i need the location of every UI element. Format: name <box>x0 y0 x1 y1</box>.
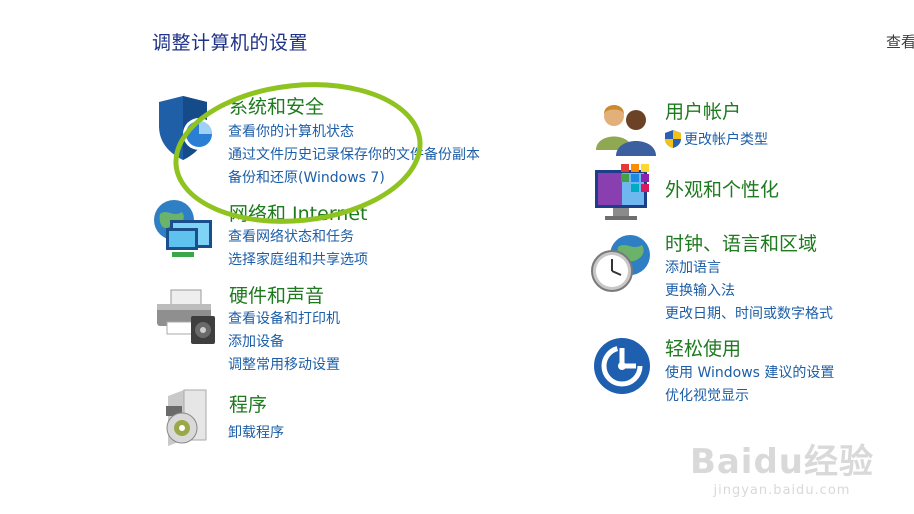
category-title-network[interactable]: 网络和 Internet <box>229 199 367 226</box>
link-optimize-visual-display[interactable]: 优化视觉显示 <box>665 385 749 405</box>
page-title: 调整计算机的设置 <box>152 32 309 54</box>
uac-shield-icon <box>665 130 681 148</box>
category-title-appearance[interactable]: 外观和个性化 <box>665 175 779 202</box>
category-title-security[interactable]: 系统和安全 <box>229 92 324 119</box>
ease-of-access-icon[interactable] <box>592 336 656 400</box>
watermark-url: jingyan.baidu.com <box>713 483 851 498</box>
link-homegroup-sharing[interactable]: 选择家庭组和共享选项 <box>228 249 368 269</box>
view-by-label[interactable]: 查看 <box>886 31 914 52</box>
category-title-accounts[interactable]: 用户帐户 <box>665 97 741 124</box>
link-uninstall-program[interactable]: 卸载程序 <box>228 422 284 442</box>
watermark-logo: Baidu经验 <box>689 442 874 482</box>
link-change-account-type[interactable]: 更改帐户类型 <box>665 129 768 149</box>
link-change-account-type-label: 更改帐户类型 <box>684 132 768 148</box>
link-add-device[interactable]: 添加设备 <box>228 331 284 351</box>
network-globe-icon[interactable] <box>152 198 216 262</box>
link-mobility-settings[interactable]: 调整常用移动设置 <box>228 354 340 374</box>
category-title-programs[interactable]: 程序 <box>229 390 267 417</box>
link-change-input-method[interactable]: 更换输入法 <box>665 280 735 300</box>
security-shield-icon[interactable] <box>155 96 219 160</box>
link-recommended-settings[interactable]: 使用 Windows 建议的设置 <box>665 362 834 382</box>
monitor-palette-icon[interactable] <box>593 162 657 226</box>
link-backup-restore[interactable]: 备份和还原(Windows 7) <box>228 167 385 187</box>
link-devices-printers[interactable]: 查看设备和打印机 <box>228 308 340 328</box>
link-network-status-tasks[interactable]: 查看网络状态和任务 <box>228 226 354 246</box>
link-file-history-backup[interactable]: 通过文件历史记录保存你的文件备份副本 <box>228 144 480 164</box>
category-title-hardware[interactable]: 硬件和声音 <box>229 281 324 308</box>
link-change-date-time-format[interactable]: 更改日期、时间或数字格式 <box>665 303 833 323</box>
link-add-language[interactable]: 添加语言 <box>665 257 721 277</box>
programs-box-icon[interactable] <box>158 388 222 452</box>
link-view-computer-status[interactable]: 查看你的计算机状态 <box>228 121 354 141</box>
clock-globe-icon[interactable] <box>590 233 654 297</box>
category-title-ease-of-access[interactable]: 轻松使用 <box>665 334 741 361</box>
printer-icon[interactable] <box>153 286 217 350</box>
category-title-clock-region[interactable]: 时钟、语言和区域 <box>665 229 817 256</box>
users-icon[interactable] <box>594 98 658 162</box>
baidu-watermark: Baidu经验 jingyan.baidu.com <box>690 434 874 498</box>
